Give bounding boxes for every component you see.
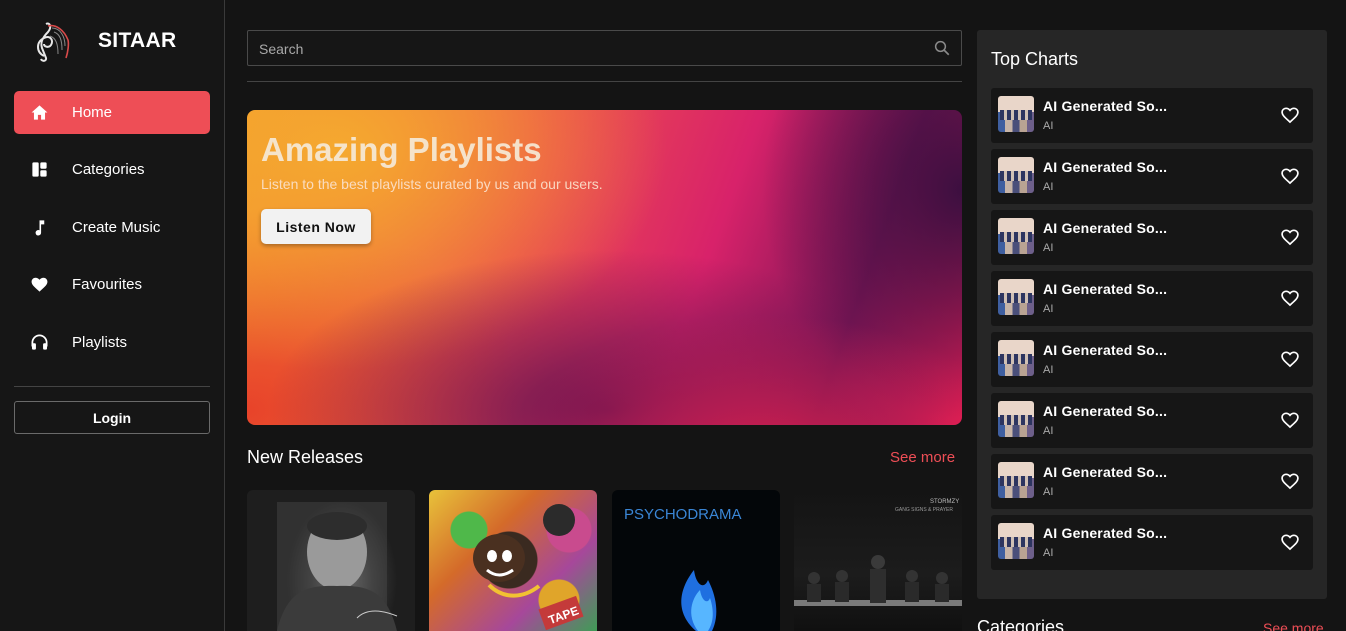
sidebar-item-playlists[interactable]: Playlists <box>14 321 210 364</box>
song-title: AI Generated So... <box>1043 281 1168 297</box>
headphones-icon <box>31 334 48 350</box>
sidebar-item-favourites[interactable]: Favourites <box>14 263 210 306</box>
chart-item[interactable]: AI Generated So... AI <box>991 515 1313 570</box>
album-thumbnail <box>998 96 1034 132</box>
favourite-heart-icon[interactable] <box>1280 227 1300 247</box>
listen-now-button[interactable]: Listen Now <box>261 209 371 244</box>
album-thumbnail <box>998 218 1034 254</box>
sidebar-item-create-music[interactable]: Create Music <box>14 206 210 249</box>
new-releases-see-more-link[interactable]: See more <box>890 449 955 466</box>
sidebar-item-label: Favourites <box>72 276 143 293</box>
sidebar-item-label: Home <box>72 104 113 121</box>
album-thumbnail <box>998 340 1034 376</box>
hero-banner: Amazing Playlists Listen to the best pla… <box>247 110 962 425</box>
blue-flame-artwork: PSYCHODRAMA <box>624 506 742 631</box>
song-title: AI Generated So... <box>1043 525 1168 541</box>
favourite-heart-icon[interactable] <box>1280 532 1300 552</box>
chart-item[interactable]: AI Generated So... AI <box>991 149 1313 204</box>
song-title: AI Generated So... <box>1043 342 1168 358</box>
top-charts-title: Top Charts <box>991 49 1079 69</box>
chart-item[interactable]: AI Generated So... AI <box>991 271 1313 326</box>
chart-item[interactable]: AI Generated So... AI <box>991 332 1313 387</box>
sidebar-divider <box>14 386 210 387</box>
top-charts-panel: Top Charts AI Generated So... AI AI Gene… <box>977 30 1327 599</box>
categories-see-more-link[interactable]: See more <box>1263 620 1324 631</box>
song-title: AI Generated So... <box>1043 464 1168 480</box>
login-button[interactable]: Login <box>14 401 210 434</box>
release-cover-3[interactable]: PSYCHODRAMA <box>612 490 780 631</box>
cover-3-text: PSYCHODRAMA <box>624 506 742 523</box>
sidebar-item-label: Categories <box>72 161 145 178</box>
release-cover-2[interactable]: TAPE <box>429 490 597 631</box>
brand[interactable]: SITAAR <box>30 18 176 62</box>
main-divider <box>247 81 962 82</box>
release-cover-1[interactable] <box>247 490 415 631</box>
new-releases-title: New Releases <box>247 447 364 467</box>
cover-4-text: STORMZY <box>930 499 959 505</box>
album-thumbnail <box>998 157 1034 193</box>
favourite-heart-icon[interactable] <box>1280 166 1300 186</box>
song-artist: AI <box>1043 242 1054 254</box>
dashboard-icon <box>32 162 47 177</box>
favourite-heart-icon[interactable] <box>1280 471 1300 491</box>
song-artist: AI <box>1043 486 1054 498</box>
categories-title: Categories <box>977 617 1065 631</box>
hero-subtitle: Listen to the best playlists curated by … <box>261 176 603 192</box>
song-title: AI Generated So... <box>1043 159 1168 175</box>
chart-item[interactable]: AI Generated So... AI <box>991 88 1313 143</box>
favourite-heart-icon[interactable] <box>1280 410 1300 430</box>
chart-item[interactable]: AI Generated So... AI <box>991 393 1313 448</box>
search-bar <box>247 30 962 66</box>
sidebar-item-categories[interactable]: Categories <box>14 148 210 191</box>
song-artist: AI <box>1043 547 1054 559</box>
album-thumbnail <box>998 279 1034 315</box>
sidebar: SITAAR Home Categories Create Music Favo… <box>0 0 225 631</box>
brand-name: SITAAR <box>98 29 177 52</box>
song-artist: AI <box>1043 364 1054 376</box>
sidebar-item-label: Playlists <box>72 334 128 351</box>
album-thumbnail <box>998 401 1034 437</box>
search-icon[interactable] <box>933 39 951 57</box>
sidebar-item-home[interactable]: Home <box>14 91 210 134</box>
album-thumbnail <box>998 523 1034 559</box>
song-artist: AI <box>1043 425 1054 437</box>
song-title: AI Generated So... <box>1043 220 1168 236</box>
heart-icon <box>31 277 48 292</box>
song-title: AI Generated So... <box>1043 403 1168 419</box>
hero-title: Amazing Playlists <box>261 131 542 168</box>
album-thumbnail <box>998 462 1034 498</box>
cover-4-subtext: GANG SIGNS & PRAYER <box>895 507 953 513</box>
song-artist: AI <box>1043 303 1054 315</box>
cartoon-artwork: TAPE <box>473 504 584 631</box>
chart-item[interactable]: AI Generated So... AI <box>991 454 1313 509</box>
home-icon <box>31 105 48 120</box>
favourite-heart-icon[interactable] <box>1280 288 1300 308</box>
release-cover-4[interactable]: STORMZY GANG SIGNS & PRAYER <box>794 490 962 631</box>
song-title: AI Generated So... <box>1043 98 1168 114</box>
portrait-artwork <box>277 502 398 631</box>
treble-clef-logo-icon <box>37 22 70 62</box>
song-artist: AI <box>1043 120 1054 132</box>
search-input[interactable] <box>259 39 919 59</box>
favourite-heart-icon[interactable] <box>1280 349 1300 369</box>
sidebar-item-label: Create Music <box>72 219 161 236</box>
favourite-heart-icon[interactable] <box>1280 105 1300 125</box>
music-note-icon <box>35 220 45 236</box>
table-scene-artwork: STORMZY GANG SIGNS & PRAYER <box>794 499 962 606</box>
song-artist: AI <box>1043 181 1054 193</box>
app-root: SITAAR Home Categories Create Music Favo… <box>0 0 1346 631</box>
chart-item[interactable]: AI Generated So... AI <box>991 210 1313 265</box>
